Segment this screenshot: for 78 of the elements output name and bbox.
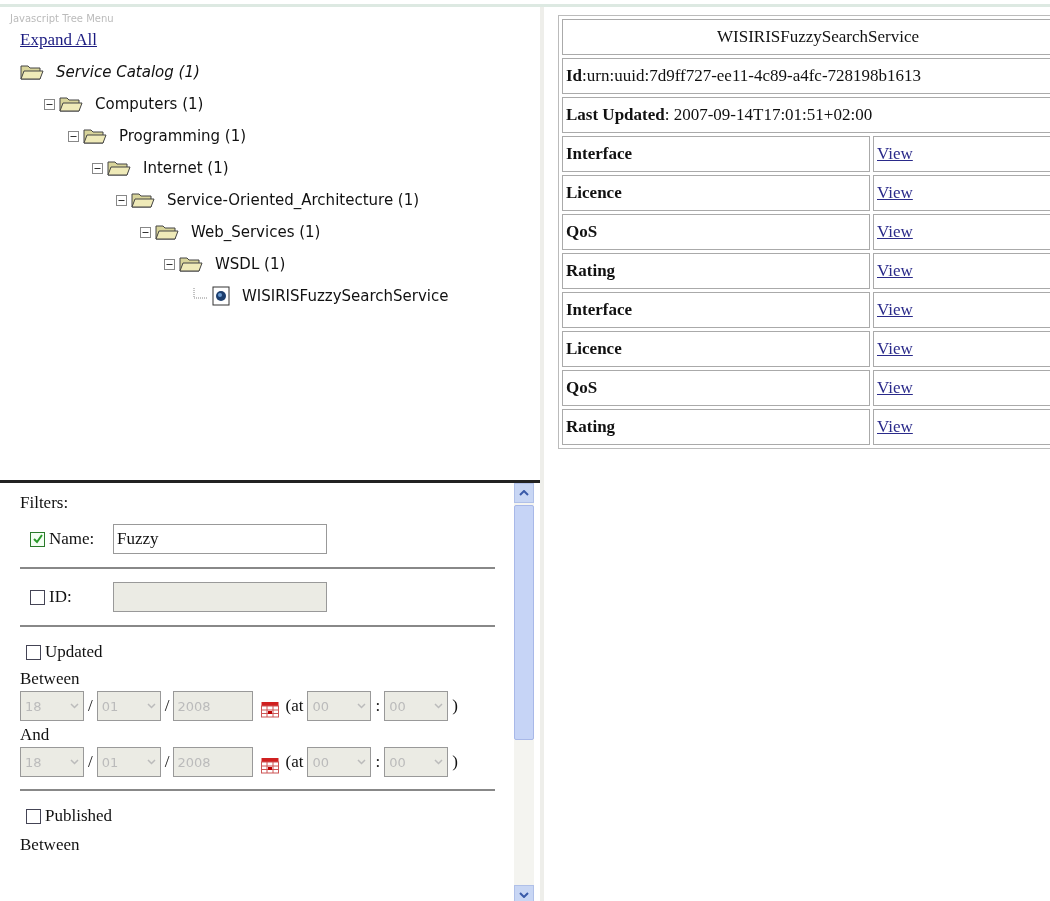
calendar-icon[interactable] <box>261 756 280 774</box>
chevron-down-icon <box>146 703 156 709</box>
chevron-down-icon <box>70 703 79 709</box>
collapse-icon[interactable] <box>44 98 55 110</box>
tree-item[interactable]: Service-Oriented_Architecture (1) <box>167 191 420 209</box>
tree-item[interactable]: Programming (1) <box>119 127 247 145</box>
folder-icon <box>59 95 83 113</box>
published-label: Published <box>45 806 113 826</box>
range-label: And <box>20 725 51 745</box>
table-cell: Rating <box>562 409 870 445</box>
table-cell: Licence <box>562 175 870 211</box>
folder-icon <box>83 127 107 145</box>
table-cell: Interface <box>562 292 870 328</box>
calendar-icon[interactable] <box>261 700 280 718</box>
checkbox[interactable] <box>30 531 45 547</box>
separator-text: (at <box>285 696 304 716</box>
folder-icon <box>20 63 44 81</box>
range-label: Between <box>20 835 81 855</box>
chevron-down-icon <box>357 759 367 765</box>
view-link[interactable]: View <box>877 417 913 436</box>
last-updated-text: Last Updated: 2007-09-14T17:01:51+02:00 <box>562 97 1050 133</box>
tree-item[interactable]: WISIRISFuzzySearchService <box>242 287 449 305</box>
chevron-down-icon <box>70 759 79 765</box>
folder-icon <box>155 223 179 241</box>
folder-icon <box>131 191 155 209</box>
name-field[interactable]: Fuzzy <box>113 524 327 554</box>
id-label: ID: <box>49 587 73 607</box>
table-cell: QoS <box>562 214 870 250</box>
collapse-icon[interactable] <box>140 226 151 238</box>
chevron-down-icon <box>357 703 367 709</box>
tree-item[interactable]: Service Catalog (1) <box>56 63 200 81</box>
scrollbar[interactable] <box>514 483 534 901</box>
checkbox[interactable] <box>26 808 41 824</box>
table-cell: Interface <box>562 136 870 172</box>
scroll-thumb[interactable] <box>514 505 534 740</box>
chevron-down-icon <box>146 759 156 765</box>
id-text: Id:urn:uuid:7d9ff727-ee11-4c89-a4fc-728198b1613 <box>562 58 1050 94</box>
view-link[interactable]: View <box>877 378 913 397</box>
collapse-icon[interactable] <box>68 130 79 142</box>
view-link[interactable]: View <box>877 261 913 280</box>
filters-heading: Filters: <box>20 493 70 513</box>
separator-text: / <box>88 752 93 772</box>
separator-text: ) <box>452 696 458 716</box>
collapse-icon[interactable] <box>92 162 103 174</box>
panel-title: Javascript Tree Menu <box>10 13 115 24</box>
view-link[interactable]: View <box>877 183 913 202</box>
table-cell: Licence <box>562 331 870 367</box>
folder-icon <box>179 255 203 273</box>
updated-label: Updated <box>45 642 103 662</box>
chevron-down-icon <box>434 703 444 709</box>
tree-item[interactable]: Computers (1) <box>95 95 204 113</box>
separator-text: / <box>164 752 170 772</box>
view-link[interactable]: View <box>877 300 913 319</box>
separator-text: : <box>375 752 381 772</box>
table-cell: QoS <box>562 370 870 406</box>
scroll-down-icon[interactable] <box>514 885 534 901</box>
table-cell: Rating <box>562 253 870 289</box>
collapse-icon[interactable] <box>116 194 127 206</box>
chevron-down-icon <box>434 759 444 765</box>
view-link[interactable]: View <box>877 222 913 241</box>
separator-text: / <box>164 696 170 716</box>
service-title: WISIRISFuzzySearchService <box>562 19 1050 55</box>
collapse-icon[interactable] <box>164 258 175 270</box>
separator-text: ) <box>452 752 458 772</box>
range-label: Between <box>20 669 81 689</box>
tree-item[interactable]: WSDL (1) <box>215 255 286 273</box>
view-link[interactable]: View <box>877 339 913 358</box>
tree-item[interactable]: Web_Services (1) <box>191 223 321 241</box>
tree-item[interactable]: Internet (1) <box>143 159 229 177</box>
view-link[interactable]: View <box>877 144 913 163</box>
separator-text: / <box>88 696 93 716</box>
separator-text: : <box>375 696 381 716</box>
scroll-up-icon[interactable] <box>514 483 534 503</box>
name-label: Name: <box>49 529 96 549</box>
folder-icon <box>107 159 131 177</box>
expand-all-link[interactable]: Expand All <box>20 30 97 50</box>
separator-text: (at <box>285 752 304 772</box>
globe-document-icon <box>212 286 230 306</box>
